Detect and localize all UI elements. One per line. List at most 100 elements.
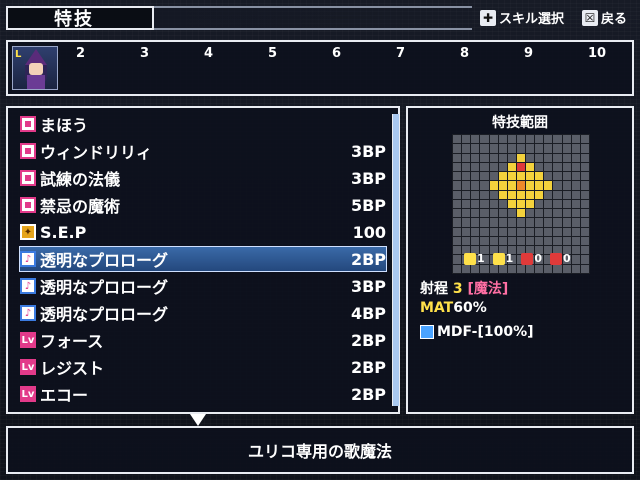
range-cell [471,264,480,273]
range-cell [544,218,553,227]
range-cell [462,153,471,162]
range-cell [562,236,571,246]
skill-row[interactable]: Lv エコー 2BP [20,382,386,406]
skill-description: ユリコ専用の歌魔法 [247,442,392,461]
range-cell [471,172,480,181]
range-cell [453,246,462,255]
range-cell [535,209,544,218]
range-cell [571,218,580,227]
range-cell [580,181,589,190]
skill-row-selected[interactable]: ♪ 透明なプロローグ 2BP [19,246,387,272]
range-cell [462,218,471,227]
range-cell [498,218,507,227]
party-slot-6[interactable]: 6 [332,46,341,61]
magic-skill-icon [20,143,36,159]
range-cell [480,135,489,144]
level-skill-icon: Lv [20,359,36,375]
range-cell [553,135,562,144]
range-cell [526,236,535,246]
range-cell [516,190,526,199]
back-hint[interactable]: ☒ 戻る [582,8,627,27]
range-panel-title: 特技範囲 [492,115,548,131]
range-cell [553,153,562,162]
party-slot-5[interactable]: 5 [268,46,277,61]
range-cell [535,144,544,153]
party-member-portrait[interactable]: L [12,46,58,90]
range-cell [453,199,462,209]
skill-cost: 5BP [350,195,386,215]
mat-info: MAT60% [420,300,487,316]
range-cell [453,190,462,199]
range-cell [562,227,571,236]
range-cell [571,255,580,264]
range-cell [453,172,462,181]
stat-count-3: 0 [521,252,542,265]
range-cell [462,162,471,172]
skill-row[interactable]: ウィンドリリィ 3BP [20,139,386,163]
skill-list-scrollbar[interactable] [392,114,400,406]
scroll-down-arrow-icon[interactable] [190,414,206,426]
range-cell [562,153,571,162]
party-slot-4[interactable]: 4 [204,46,213,61]
range-cell [562,181,571,190]
range-cell [580,246,589,255]
range-cell [571,236,580,246]
range-cell [526,172,535,181]
skill-range-panel: 特技範囲 1 1 0 0 射程 3 [魔法] MAT60% MDF-[100%] [406,106,634,414]
range-cell [562,209,571,218]
party-slot-3[interactable]: 3 [140,46,149,61]
range-cell [580,172,589,181]
skill-cost: 2BP [350,330,386,350]
range-cell [516,199,526,209]
skill-row[interactable]: 禁忌の魔術 5BP [20,193,386,217]
screen-title-text: 特技 [54,9,94,30]
party-slot-10[interactable]: 10 [588,46,606,61]
range-cell [462,144,471,153]
magic-skill-icon [20,170,36,186]
skill-cost: 100 [352,222,386,242]
range-cell [544,144,553,153]
range-cell [507,227,516,236]
party-slot-8[interactable]: 8 [460,46,469,61]
range-cell [516,172,526,181]
range-cell [507,190,516,199]
skill-row[interactable]: Lv レジスト 2BP [20,355,386,379]
range-cell [562,144,571,153]
party-slot-7[interactable]: 7 [396,46,405,61]
skill-select-label: スキル選択 [499,12,565,27]
magic-skill-icon [20,197,36,213]
skill-row[interactable]: 試練の法儀 3BP [20,166,386,190]
level-skill-icon: Lv [20,386,36,402]
range-cell [516,144,526,153]
skill-row[interactable]: まほう [20,112,386,136]
skill-row[interactable]: ♪ 透明なプロローグ 4BP [20,301,386,325]
range-cell [571,181,580,190]
range-cell [535,162,544,172]
skill-row[interactable]: ♪ 透明なプロローグ 3BP [20,274,386,298]
range-cell [526,218,535,227]
portrait-face [29,63,43,75]
range-cell [535,227,544,236]
range-cell [516,135,526,144]
range-value: 3 [452,281,463,297]
range-cell [480,209,489,218]
range-cell [544,181,553,190]
range-cell [544,264,553,273]
range-cell [480,190,489,199]
range-cell [507,199,516,209]
range-cell [562,199,571,209]
range-cell [453,162,462,172]
skill-select-hint[interactable]: ✚ スキル選択 [480,8,564,27]
skill-row[interactable]: Lv フォース 2BP [20,328,386,352]
skill-row[interactable]: ✦ S.E.P 100 [20,220,386,244]
title-strip [154,6,472,30]
party-bar: L 2 3 4 5 6 7 8 9 10 [6,40,634,96]
range-cell [580,144,589,153]
range-cell [489,190,498,199]
party-slot-2[interactable]: 2 [76,46,85,61]
range-cell [489,181,498,190]
range-cell [480,218,489,227]
range-cell [562,162,571,172]
party-slot-9[interactable]: 9 [524,46,533,61]
screen-title: 特技 [6,6,154,30]
